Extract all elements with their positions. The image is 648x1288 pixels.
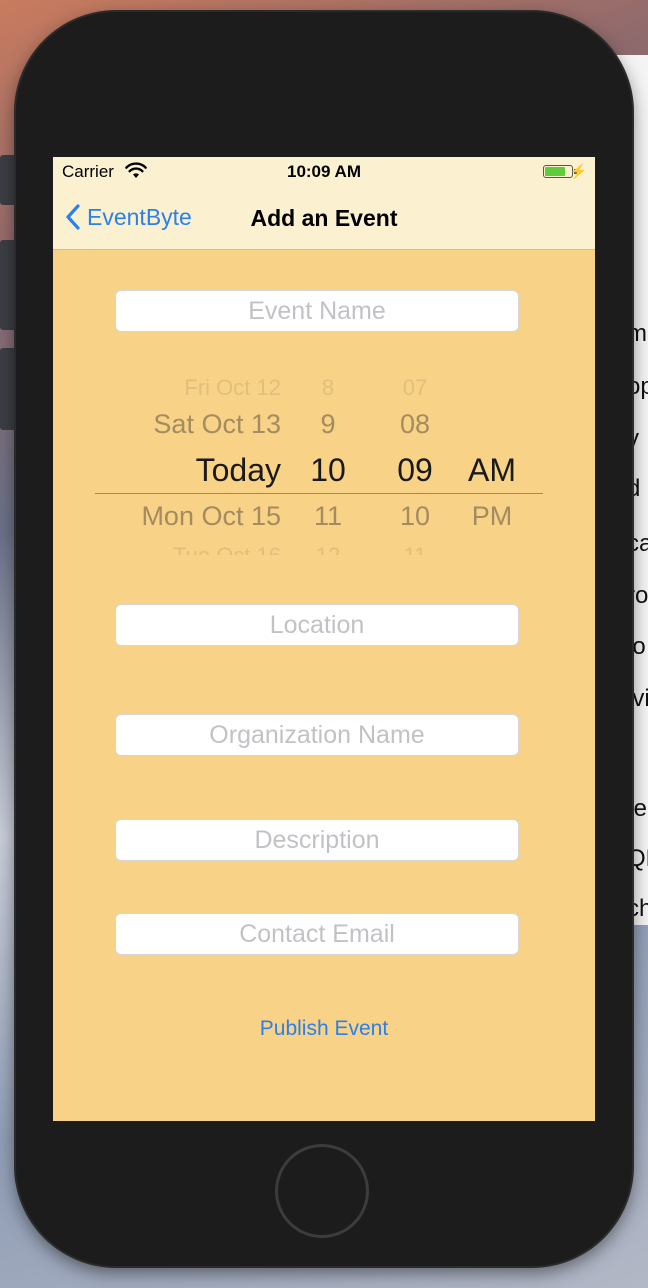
picker-date: Tue Oct 16 — [173, 533, 281, 555]
picker-date: Sat Oct 13 — [153, 409, 281, 439]
picker-minute: 08 — [399, 409, 431, 439]
home-button[interactable] — [275, 1144, 369, 1238]
navigation-bar: EventByte Add an Event — [53, 187, 595, 250]
picker-row: Tue Oct 16 12 11 — [95, 533, 543, 555]
event-name-field[interactable] — [115, 290, 519, 332]
picker-minute: 11 — [390, 533, 440, 555]
charging-bolt-icon: ⚡ — [569, 163, 587, 179]
picker-date: Today — [195, 452, 281, 488]
picker-hour: 12 — [308, 533, 348, 555]
picker-minute: 09 — [397, 452, 433, 488]
organization-name-field[interactable] — [115, 714, 519, 756]
date-time-picker[interactable]: Fri Oct 12 8 07 Sat Oct 13 9 08 Today 10… — [95, 375, 543, 555]
page-title: Add an Event — [250, 205, 398, 231]
description-field[interactable] — [115, 819, 519, 861]
picker-hour: 10 — [310, 452, 346, 488]
picker-selected-row: Today 10 09 AM — [95, 447, 543, 493]
picker-ampm: AM — [468, 452, 516, 488]
app-screen: Carrier 10:09 AM ⚡ EventByte Add an Even… — [53, 157, 595, 1121]
status-time: 10:09 AM — [286, 162, 361, 181]
publish-event-button[interactable]: Publish Event — [53, 1017, 595, 1041]
battery-icon — [543, 165, 577, 178]
picker-selection-line — [95, 493, 543, 494]
status-bar: Carrier 10:09 AM ⚡ — [53, 157, 595, 187]
contact-email-field[interactable] — [115, 913, 519, 955]
picker-hour: 9 — [320, 409, 336, 439]
picker-row: Sat Oct 13 9 08 — [95, 401, 543, 447]
location-field[interactable] — [115, 604, 519, 646]
